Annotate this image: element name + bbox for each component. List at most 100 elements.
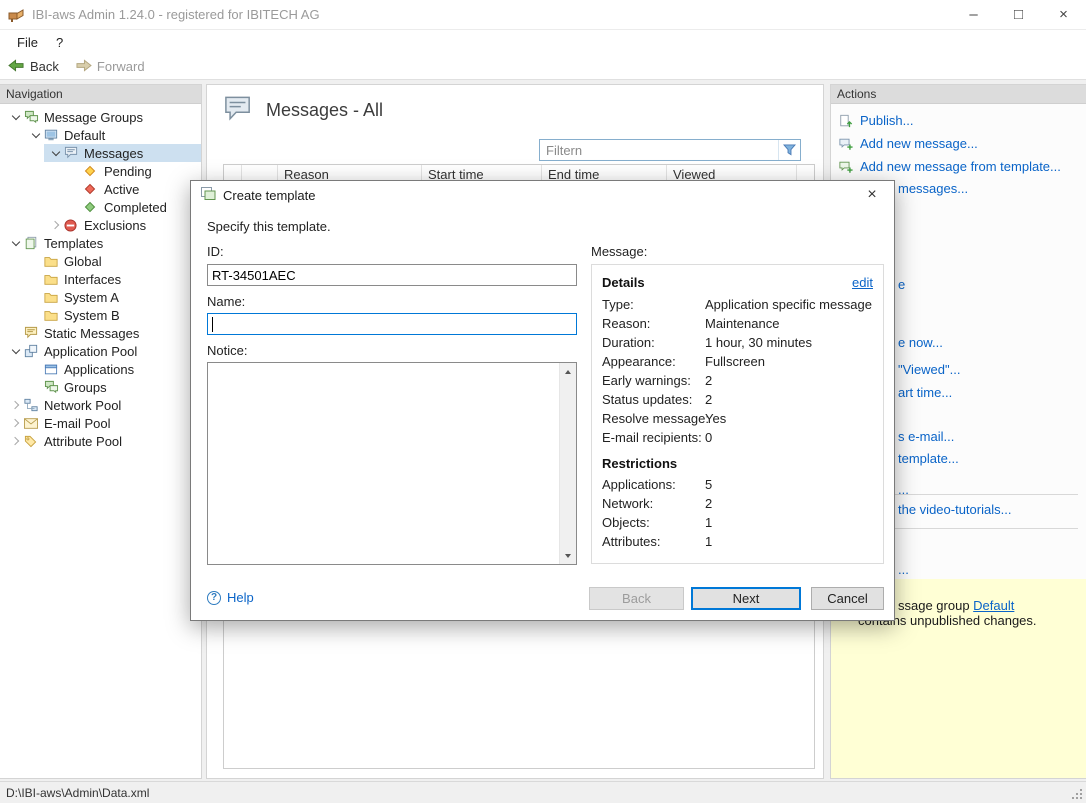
- notice-label: Notice:: [207, 343, 248, 358]
- statusbar: D:\IBI-aws\Admin\Data.xml: [0, 781, 1086, 803]
- tree-item-completed[interactable]: Completed: [0, 198, 201, 216]
- tree-label: Network Pool: [44, 397, 122, 413]
- tree-item-groups[interactable]: Groups: [0, 378, 201, 396]
- scroll-up-icon[interactable]: [560, 363, 576, 380]
- tree-item-attribute-pool[interactable]: Attribute Pool: [0, 432, 201, 450]
- detail-value: Yes: [705, 411, 727, 426]
- back-button[interactable]: Back: [8, 58, 59, 76]
- folder-icon: [44, 307, 63, 323]
- name-label: Name:: [207, 294, 246, 309]
- action-fragment[interactable]: messages...: [898, 181, 968, 196]
- detail-row: E-mail recipients: 0: [602, 430, 877, 446]
- tree-item-applications[interactable]: Applications: [0, 360, 201, 378]
- tree-label: Applications: [64, 361, 135, 377]
- detail-row: Resolve message: Yes: [602, 411, 877, 427]
- chevron-expanded-icon[interactable]: [28, 127, 44, 143]
- id-field[interactable]: [207, 264, 577, 286]
- tree-item-interfaces[interactable]: Interfaces: [0, 270, 201, 288]
- notice-field-box: [207, 362, 577, 565]
- minimize-button[interactable]: –: [951, 0, 996, 29]
- tree-item-active[interactable]: Active: [0, 180, 201, 198]
- action-label: Publish...: [860, 113, 914, 128]
- dialog-titlebar: Create template: [191, 181, 894, 209]
- resize-grip[interactable]: [1071, 788, 1084, 801]
- chevron-expanded-icon[interactable]: [48, 145, 64, 161]
- notice-prefix: ssage group: [898, 598, 974, 613]
- next-button[interactable]: Next: [691, 587, 801, 610]
- forward-label: Forward: [96, 59, 145, 74]
- action-fragment[interactable]: e now...: [898, 335, 943, 350]
- tree-item-static-messages[interactable]: Static Messages: [0, 324, 201, 342]
- tree-item-messages[interactable]: Messages: [0, 144, 201, 162]
- attribute-pool-icon: [24, 433, 43, 449]
- default-group-link[interactable]: Default: [973, 598, 1014, 613]
- window-title: IBI-aws Admin 1.24.0 - registered for IB…: [32, 7, 320, 22]
- tree-label: E-mail Pool: [44, 415, 111, 431]
- menu-help[interactable]: ?: [47, 33, 72, 52]
- tree-item-email-pool[interactable]: E-mail Pool: [0, 414, 201, 432]
- chevron-collapsed-icon[interactable]: [48, 217, 64, 233]
- tree-item-message-groups[interactable]: Message Groups: [0, 108, 201, 126]
- restriction-row: Attributes: 1: [602, 534, 877, 550]
- add-message-icon: [839, 137, 854, 151]
- restriction-row: Applications: 5: [602, 477, 877, 493]
- action-label: Add new message from template...: [860, 159, 1061, 174]
- name-field[interactable]: [207, 313, 577, 335]
- action-fragment[interactable]: template...: [898, 451, 959, 466]
- action-fragment[interactable]: e: [898, 277, 905, 292]
- action-publish[interactable]: Publish...: [839, 109, 1082, 132]
- close-button[interactable]: ×: [1041, 0, 1086, 29]
- publish-icon: [839, 114, 854, 128]
- tree-label: Completed: [104, 199, 167, 215]
- scroll-down-icon[interactable]: [560, 547, 576, 564]
- help-link[interactable]: ? Help: [207, 590, 254, 605]
- maximize-button[interactable]: □: [996, 0, 1041, 29]
- chevron-expanded-icon[interactable]: [8, 343, 24, 359]
- restriction-row: Network: 2: [602, 496, 877, 512]
- applications-icon: [44, 361, 63, 377]
- navigation-header: Navigation: [0, 85, 201, 104]
- edit-link[interactable]: edit: [852, 275, 873, 290]
- chevron-collapsed-icon[interactable]: [8, 415, 24, 431]
- action-add-message-from-template[interactable]: Add new message from template...: [839, 155, 1082, 178]
- tree-item-global[interactable]: Global: [0, 252, 201, 270]
- chevron-expanded-icon[interactable]: [8, 235, 24, 251]
- detail-value: 0: [705, 430, 713, 445]
- detail-key: Appearance:: [602, 354, 676, 369]
- chevron-collapsed-icon[interactable]: [8, 433, 24, 449]
- dialog-close-icon[interactable]: ×: [851, 182, 893, 208]
- action-fragment-video-tutorials[interactable]: the video-tutorials...: [898, 502, 1011, 517]
- add-message-template-icon: [839, 160, 854, 174]
- titlebar: IBI-aws Admin 1.24.0 - registered for IB…: [0, 0, 1086, 30]
- action-fragment[interactable]: art time...: [898, 385, 952, 400]
- chevron-expanded-icon[interactable]: [8, 109, 24, 125]
- action-fragment[interactable]: s e-mail...: [898, 429, 954, 444]
- cancel-button[interactable]: Cancel: [811, 587, 884, 610]
- notice-field[interactable]: [208, 363, 559, 564]
- action-add-new-message[interactable]: Add new message...: [839, 132, 1082, 155]
- tree-item-network-pool[interactable]: Network Pool: [0, 396, 201, 414]
- scrollbar[interactable]: [559, 363, 576, 564]
- menu-file[interactable]: File: [8, 33, 47, 52]
- tree-item-system-a[interactable]: System A: [0, 288, 201, 306]
- pending-icon: [84, 163, 103, 179]
- forward-button[interactable]: Forward: [75, 58, 145, 76]
- back-arrow-icon: [8, 58, 25, 76]
- tree-item-default[interactable]: Default: [0, 126, 201, 144]
- detail-key: Reason:: [602, 316, 651, 331]
- tree-item-pending[interactable]: Pending: [0, 162, 201, 180]
- tree-item-templates[interactable]: Templates: [0, 234, 201, 252]
- action-fragment[interactable]: "Viewed"...: [898, 362, 960, 377]
- tree-item-exclusions[interactable]: Exclusions: [0, 216, 201, 234]
- tree-item-application-pool[interactable]: Application Pool: [0, 342, 201, 360]
- filter-funnel-icon[interactable]: [778, 140, 800, 160]
- tree-item-system-b[interactable]: System B: [0, 306, 201, 324]
- filter-input[interactable]: [540, 142, 778, 158]
- chevron-collapsed-icon[interactable]: [8, 397, 24, 413]
- tree-label: Application Pool: [44, 343, 138, 359]
- page-title-text: Messages - All: [266, 99, 384, 120]
- action-fragment[interactable]: ...: [898, 562, 909, 577]
- tree-label: Static Messages: [44, 325, 140, 341]
